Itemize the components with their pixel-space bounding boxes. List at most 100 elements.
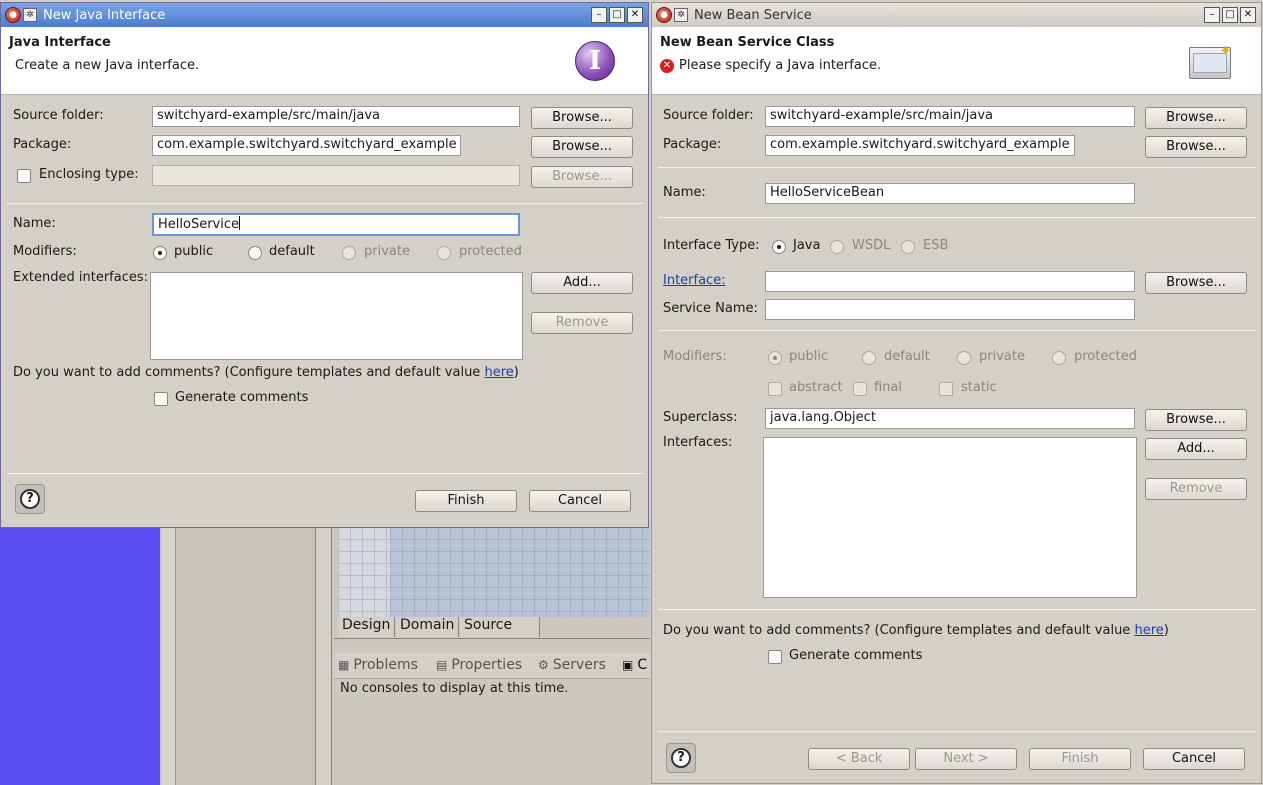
package-input[interactable]: com.example.switchyard.switchyard_exampl…: [152, 135, 461, 156]
minimize-button[interactable]: –: [1204, 7, 1220, 23]
superclass-input[interactable]: java.lang.Object: [765, 408, 1135, 429]
interfaces-list[interactable]: [763, 437, 1137, 598]
ide-project-explorer: [176, 527, 316, 785]
tab-servers[interactable]: ⚙ Servers: [538, 657, 606, 673]
comments-question: Do you want to add comments? (Configure …: [13, 365, 519, 380]
maximize-button[interactable]: □: [1222, 7, 1238, 23]
tab-source[interactable]: Source: [460, 617, 540, 637]
close-button[interactable]: ✕: [1240, 7, 1256, 23]
next-button[interactable]: Next >: [915, 748, 1017, 770]
modifier-protected-label: protected: [459, 244, 522, 259]
add-interface-button[interactable]: Add...: [531, 272, 633, 294]
interfaces-label: Interfaces:: [663, 435, 733, 450]
name-input[interactable]: HelloService: [152, 213, 520, 236]
modifier-default-radio[interactable]: [862, 351, 876, 365]
interface-input[interactable]: [765, 271, 1135, 292]
remove-interface-button[interactable]: Remove: [531, 312, 633, 334]
help-icon: ?: [671, 748, 691, 768]
modifier-private-radio[interactable]: [342, 246, 356, 260]
modifier-public-radio[interactable]: [153, 246, 167, 260]
header-error-message: Please specify a Java interface.: [679, 58, 882, 73]
console-icon: ▣: [622, 658, 634, 672]
separator: [658, 609, 1256, 610]
tab-servers-label: Servers: [552, 657, 606, 673]
enclosing-type-browse-button[interactable]: Browse...: [531, 166, 633, 188]
finish-button[interactable]: Finish: [415, 490, 517, 512]
comments-text: Do you want to add comments? (Configure …: [13, 365, 485, 380]
extended-interfaces-label: Extended interfaces:: [13, 270, 149, 285]
finish-button[interactable]: Finish: [1029, 748, 1131, 770]
text-caret: [239, 216, 240, 230]
interface-browse-button[interactable]: Browse...: [1145, 272, 1247, 294]
package-browse-button[interactable]: Browse...: [531, 136, 633, 158]
header-title: Java Interface: [9, 35, 111, 50]
extended-interfaces-list[interactable]: [150, 272, 523, 360]
remove-interface-button[interactable]: Remove: [1145, 478, 1247, 500]
window-title: New Bean Service: [694, 7, 812, 23]
window-menu-icon[interactable]: ✲: [23, 8, 37, 22]
package-browse-button[interactable]: Browse...: [1145, 136, 1247, 158]
name-input-value: HelloService: [158, 217, 239, 232]
tab-properties[interactable]: ▤ Properties: [436, 657, 522, 673]
modifier-public-label: public: [789, 349, 829, 364]
cancel-button[interactable]: Cancel: [529, 490, 631, 512]
source-folder-browse-button[interactable]: Browse...: [1145, 107, 1247, 129]
configure-templates-link[interactable]: here: [1134, 623, 1163, 638]
source-folder-input[interactable]: switchyard-example/src/main/java: [765, 106, 1135, 127]
interface-type-esb-label: ESB: [923, 238, 949, 253]
interface-type-wsdl-radio[interactable]: [830, 240, 844, 254]
source-folder-label: Source folder:: [663, 108, 754, 123]
interface-type-esb-radio[interactable]: [901, 240, 915, 254]
tab-properties-label: Properties: [451, 657, 523, 673]
modifier-public-radio[interactable]: [768, 351, 782, 365]
tab-problems-label: Problems: [353, 657, 418, 673]
modifier-abstract-checkbox[interactable]: [768, 382, 782, 396]
properties-icon: ▤: [436, 658, 448, 672]
eclipse-app-icon: ●: [5, 7, 21, 23]
enclosing-type-checkbox[interactable]: [17, 169, 31, 183]
help-button[interactable]: ?: [15, 484, 45, 514]
modifier-protected-radio[interactable]: [1052, 351, 1066, 365]
generate-comments-checkbox[interactable]: [154, 392, 168, 406]
service-name-input[interactable]: [765, 299, 1135, 320]
dialog-titlebar[interactable]: ● ✲ New Java Interface: [1, 3, 648, 27]
comments-question: Do you want to add comments? (Configure …: [663, 623, 1169, 638]
tab-problems[interactable]: ▦ Problems: [338, 657, 418, 673]
cancel-button[interactable]: Cancel: [1143, 748, 1245, 770]
modifier-final-checkbox[interactable]: [853, 382, 867, 396]
source-folder-input[interactable]: switchyard-example/src/main/java: [152, 106, 520, 127]
modifier-default-label: default: [884, 349, 930, 364]
generate-comments-checkbox[interactable]: [768, 650, 782, 664]
modifier-default-radio[interactable]: [248, 246, 262, 260]
modifier-private-radio[interactable]: [957, 351, 971, 365]
back-button[interactable]: < Back: [808, 748, 910, 770]
superclass-browse-button[interactable]: Browse...: [1145, 409, 1247, 431]
comments-close: ): [1163, 623, 1169, 638]
modifier-static-checkbox[interactable]: [939, 382, 953, 396]
interface-type-java-radio[interactable]: [772, 240, 786, 254]
add-interface-button[interactable]: Add...: [1145, 438, 1247, 460]
tab-console[interactable]: ▣ C: [622, 657, 647, 673]
minimize-button[interactable]: –: [591, 7, 607, 23]
header-title: New Bean Service Class: [660, 35, 835, 50]
problems-icon: ▦: [338, 658, 350, 672]
package-label: Package:: [13, 137, 72, 152]
separator: [7, 203, 643, 204]
package-input[interactable]: com.example.switchyard.switchyard_exampl…: [765, 135, 1075, 156]
enclosing-type-input[interactable]: [152, 165, 520, 186]
modifier-protected-radio[interactable]: [437, 246, 451, 260]
interface-wizard-icon: I: [575, 41, 615, 81]
tab-design[interactable]: Design: [338, 617, 396, 637]
window-menu-icon[interactable]: ✲: [674, 8, 688, 22]
dialog-titlebar[interactable]: ● ✲ New Bean Service: [652, 3, 1261, 27]
close-button[interactable]: ✕: [627, 7, 643, 23]
name-input[interactable]: HelloServiceBean: [765, 183, 1135, 204]
configure-templates-link[interactable]: here: [484, 365, 513, 380]
help-button[interactable]: ?: [666, 743, 696, 773]
header-subtitle: Create a new Java interface.: [15, 58, 200, 73]
source-folder-browse-button[interactable]: Browse...: [531, 107, 633, 129]
tab-domain[interactable]: Domain: [396, 617, 460, 637]
interface-link[interactable]: Interface:: [663, 273, 726, 288]
maximize-button[interactable]: □: [609, 7, 625, 23]
generate-comments-label: Generate comments: [789, 648, 923, 663]
